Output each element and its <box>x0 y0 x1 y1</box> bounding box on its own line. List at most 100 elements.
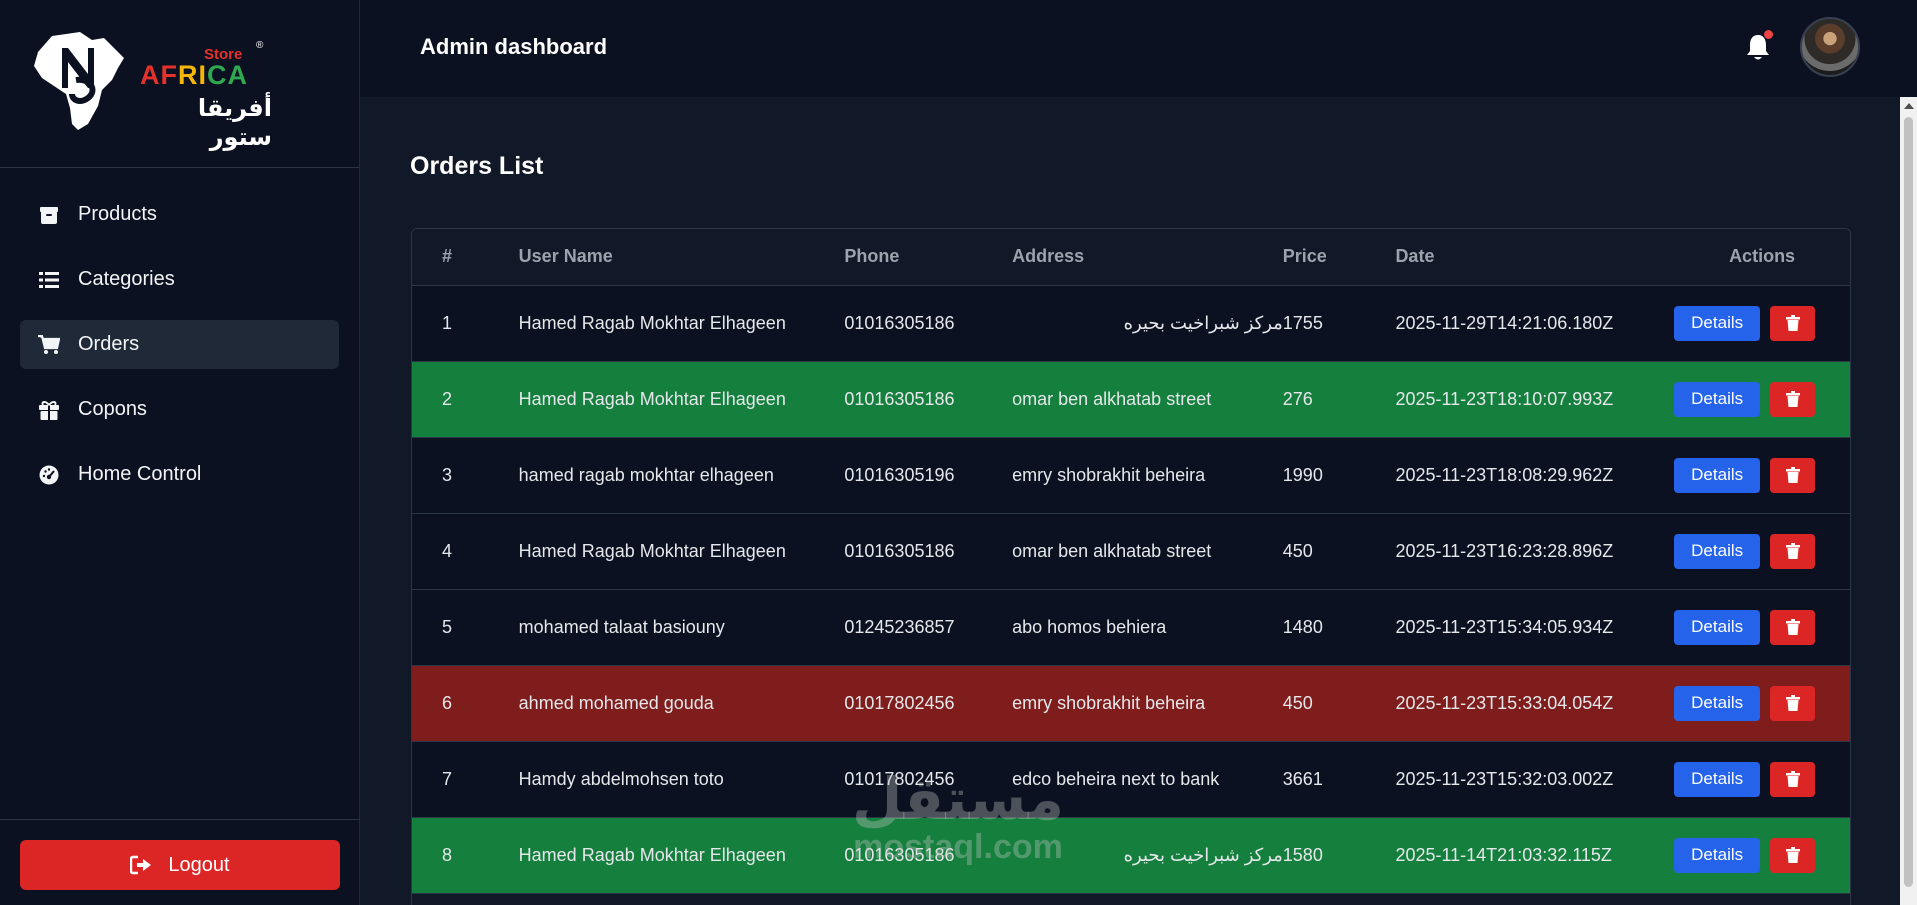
details-button[interactable]: Details <box>1674 305 1761 341</box>
cell-address: abo homos behiera <box>1012 589 1283 666</box>
cell-actions: Details <box>1674 589 1850 666</box>
logout-button[interactable]: Logout <box>20 840 340 890</box>
details-button[interactable]: Details <box>1674 533 1761 569</box>
sidebar-item-products[interactable]: Products <box>20 190 339 239</box>
delete-button[interactable] <box>1770 685 1816 721</box>
africa-map-icon <box>34 32 124 130</box>
avatar[interactable] <box>1800 17 1860 77</box>
column-header-phone: Phone <box>844 229 1013 286</box>
delete-button[interactable] <box>1770 761 1816 797</box>
table-row: 8 Hamed Ragab Mokhtar Elhageen 01016305186… <box>412 817 1850 894</box>
cell-user-name: Hamed Ragab Mokhtar Elhageen <box>518 361 845 438</box>
cell-number: 3 <box>412 437 519 514</box>
table-row: 2 Hamed Ragab Mokhtar Elhageen 01016305186… <box>412 361 1850 438</box>
delete-button[interactable] <box>1770 837 1816 873</box>
cell-date: 2025-11-23T18:08:29.962Z <box>1395 437 1675 514</box>
sidebar-footer: Logout <box>0 819 360 905</box>
cell-user-name: Hamed Ragab Mokhtar Elhageen <box>518 285 845 362</box>
cell-address: edco beheira next to bank <box>1012 741 1283 818</box>
logo-letter: I <box>198 60 208 90</box>
cell-price: 1480 <box>1282 589 1396 666</box>
brand-logo[interactable]: Store ® AFRICA أفريقا ستور <box>32 28 272 151</box>
cell-address: omar ben alkhatab street <box>1012 361 1283 438</box>
cell-actions: Details <box>1674 285 1850 362</box>
logo-registered-mark: ® <box>256 40 264 51</box>
table-row: 6 ahmed mohamed gouda 01017802456 emry shob… <box>412 665 1850 742</box>
scroll-thumb[interactable] <box>1904 117 1913 887</box>
cell-phone: 01017802456 <box>844 665 1013 742</box>
cell-user-name: Hamed Ragab Mokhtar Elhageen <box>518 817 845 894</box>
trash-icon <box>1785 391 1800 407</box>
sidebar-item-label: Orders <box>78 333 140 355</box>
delete-button[interactable] <box>1770 609 1816 645</box>
logo-letter: A <box>140 60 161 90</box>
header-title: Admin dashboard <box>420 34 608 59</box>
sidebar-item-copons[interactable]: Copons <box>20 385 339 434</box>
page-scrollbar[interactable] <box>1900 97 1917 905</box>
cell-date: 2025-11-23T15:32:03.002Z <box>1395 741 1675 818</box>
table-row: 3 hamed ragab mokhtar elhageen 01016305196… <box>412 437 1850 514</box>
details-button[interactable]: Details <box>1674 381 1761 417</box>
cell-address: emry shobrakhit beheira <box>1012 665 1283 742</box>
delete-button[interactable] <box>1770 533 1816 569</box>
delete-button[interactable] <box>1770 457 1816 493</box>
trash-icon <box>1785 619 1800 635</box>
cell-number: 8 <box>412 817 519 894</box>
cell-actions: Details <box>1674 513 1850 590</box>
table-row: 7 Hamdy abdelmohsen toto 01017802456 edco b… <box>412 741 1850 818</box>
cell-phone: 01016305196 <box>844 437 1013 514</box>
sidebar-item-home-control[interactable]: Home Control <box>20 450 339 499</box>
cell-price: 1755 <box>1282 285 1396 362</box>
details-button[interactable]: Details <box>1674 609 1761 645</box>
cell-phone: 01017802456 <box>844 741 1013 818</box>
cart-icon <box>38 334 60 356</box>
cell-number: 5 <box>412 589 519 666</box>
cell-number: 1 <box>412 285 519 362</box>
delete-button[interactable] <box>1770 381 1816 417</box>
table-row: 1 Hamed Ragab Mokhtar Elhageen 01016305186… <box>412 285 1850 362</box>
trash-icon <box>1785 543 1800 559</box>
sidebar-nav: Products Categories Orders Copons Home C… <box>0 168 359 499</box>
trash-icon <box>1785 695 1800 711</box>
sidebar-item-label: Copons <box>78 398 147 420</box>
trash-icon <box>1785 771 1800 787</box>
logo-africa-text: AFRICA <box>140 60 248 91</box>
column-header-number: # <box>412 229 519 286</box>
details-button[interactable]: Details <box>1674 457 1761 493</box>
gift-icon <box>38 399 60 421</box>
table-row: 4 Hamed Ragab Mokhtar Elhageen 01016305186… <box>412 513 1850 590</box>
cell-phone: 01245236857 <box>844 589 1013 666</box>
cell-phone: 01016305186 <box>844 285 1013 362</box>
cell-address: emry shobrakhit beheira <box>1012 437 1283 514</box>
cell-address: مركز شبراخيت بحيره <box>1012 817 1283 894</box>
table-header-row: # User Name Phone Address Price Date Act… <box>412 229 1850 286</box>
details-button[interactable]: Details <box>1674 837 1761 873</box>
scroll-up-arrow-icon[interactable] <box>1904 103 1914 109</box>
sidebar-item-orders[interactable]: Orders <box>20 320 339 369</box>
logout-icon <box>130 855 152 875</box>
sidebar-item-categories[interactable]: Categories <box>20 255 339 304</box>
cell-address: omar ben alkhatab street <box>1012 513 1283 590</box>
cell-user-name: Hamed Ragab Mokhtar Elhageen <box>518 513 845 590</box>
cell-price: 276 <box>1282 361 1396 438</box>
trash-icon <box>1785 315 1800 331</box>
details-button[interactable]: Details <box>1674 761 1761 797</box>
logo-letter: A <box>227 60 249 90</box>
cell-actions: Details <box>1674 437 1850 514</box>
row-actions: Details <box>1674 533 1850 569</box>
column-header-user-name: User Name <box>518 229 845 286</box>
sidebar-item-label: Categories <box>78 268 175 290</box>
cell-number: 2 <box>412 361 519 438</box>
logo-letter: R <box>178 60 199 90</box>
delete-button[interactable] <box>1770 305 1816 341</box>
cell-price: 1580 <box>1282 817 1396 894</box>
column-header-date: Date <box>1395 229 1675 286</box>
row-actions: Details <box>1674 457 1850 493</box>
details-button[interactable]: Details <box>1674 685 1761 721</box>
cell-user-name: Hamdy abdelmohsen toto <box>518 741 845 818</box>
row-actions: Details <box>1674 685 1850 721</box>
logo-arabic-text: أفريقا ستور <box>197 95 272 151</box>
column-header-price: Price <box>1282 229 1396 286</box>
cell-number: 6 <box>412 665 519 742</box>
column-header-actions: Actions <box>1674 229 1850 286</box>
